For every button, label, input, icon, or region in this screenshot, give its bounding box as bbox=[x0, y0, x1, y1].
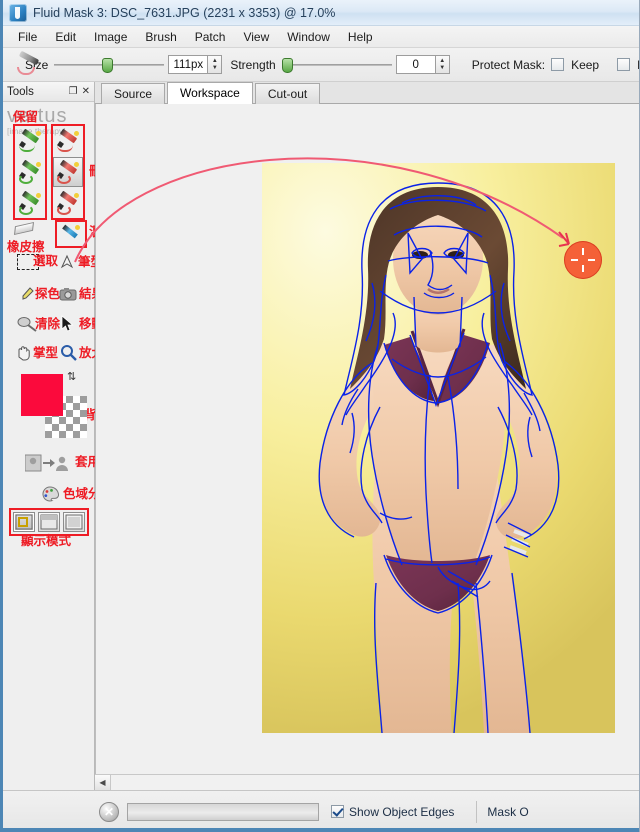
keep-exact-pen-tool[interactable] bbox=[15, 126, 45, 156]
strength-input bbox=[395, 55, 436, 74]
gamut-palette-icon[interactable] bbox=[41, 486, 60, 502]
tab-source[interactable]: Source bbox=[101, 83, 166, 104]
mask-label: Mask O bbox=[487, 804, 529, 819]
size-stepper[interactable]: ▲▼ bbox=[168, 55, 223, 74]
tab-workspace[interactable]: Workspace bbox=[167, 82, 253, 104]
pen-nib-icon[interactable] bbox=[59, 254, 75, 270]
tab-cutout[interactable]: Cut-out bbox=[254, 83, 321, 104]
menu-view[interactable]: View bbox=[234, 28, 278, 46]
protect-delete-checkbox[interactable]: Delete bbox=[617, 58, 639, 72]
color-pick-annotation: 探色 bbox=[35, 287, 61, 301]
strength-label: Strength bbox=[230, 57, 276, 72]
view-tab-bar: Source Workspace Cut-out bbox=[95, 82, 639, 104]
checkbox-box-icon bbox=[551, 58, 565, 71]
display-mode-cutout-button[interactable] bbox=[63, 512, 85, 532]
menu-brush[interactable]: Brush bbox=[136, 28, 185, 46]
checkbox-box-icon bbox=[617, 58, 631, 71]
title-bar: Fluid Mask 3: DSC_7631.JPG (2231 x 3353)… bbox=[3, 0, 639, 26]
delete-exact-pen-tool[interactable] bbox=[53, 126, 83, 156]
app-logo-icon bbox=[9, 3, 27, 22]
menu-bar: File Edit Image Brush Patch View Window … bbox=[3, 26, 639, 48]
strength-stepper[interactable]: ▲▼ bbox=[395, 55, 450, 74]
protect-delete-label: Delete bbox=[637, 58, 639, 72]
keep-wide-pen-tool[interactable] bbox=[15, 188, 45, 218]
menu-patch[interactable]: Patch bbox=[186, 28, 235, 46]
protect-mask-label: Protect Mask: bbox=[471, 57, 546, 72]
status-divider bbox=[476, 800, 478, 823]
eraser-tool[interactable] bbox=[13, 221, 37, 238]
checkbox-box-icon bbox=[331, 805, 344, 818]
foreground-color-swatch[interactable] bbox=[21, 374, 63, 416]
window-title: Fluid Mask 3: DSC_7631.JPG (2231 x 3353)… bbox=[33, 5, 336, 20]
tools-panel-header: Tools ❐ ✕ bbox=[3, 82, 94, 102]
status-right-group: Show Object Edges Mask O bbox=[331, 800, 529, 823]
scroll-left-arrow-icon[interactable]: ◀ bbox=[95, 775, 111, 790]
application-window: Fluid Mask 3: DSC_7631.JPG (2231 x 3353)… bbox=[0, 0, 640, 832]
delete-wide-pen-tool[interactable] bbox=[53, 188, 83, 218]
apply-icon[interactable] bbox=[24, 454, 69, 472]
foreground-background-swatches[interactable]: ⇅ bbox=[21, 371, 91, 440]
progress-bar bbox=[127, 802, 319, 821]
move-cursor-icon[interactable] bbox=[61, 315, 75, 333]
magnifier-icon[interactable] bbox=[60, 344, 78, 362]
window-bottom-accent bbox=[3, 828, 639, 832]
undock-icon[interactable]: ❐ bbox=[69, 86, 78, 97]
protect-keep-label: Keep bbox=[571, 57, 600, 72]
size-slider[interactable] bbox=[54, 56, 165, 74]
main-body: Tools ❐ ✕ vertus [image therapy] 保留 橡皮擦 … bbox=[3, 82, 639, 790]
clear-brush-icon[interactable] bbox=[17, 316, 37, 332]
camera-icon[interactable] bbox=[59, 287, 77, 301]
tools-panel-title: Tools bbox=[7, 85, 34, 98]
image-canvas[interactable] bbox=[95, 104, 639, 774]
select-annotation: 選取 bbox=[33, 254, 59, 268]
hand-icon[interactable] bbox=[15, 344, 33, 362]
tools-panel: Tools ❐ ✕ vertus [image therapy] 保留 橡皮擦 … bbox=[3, 82, 129, 790]
blend-pen-tool[interactable] bbox=[59, 224, 81, 244]
workspace-image[interactable] bbox=[262, 163, 615, 733]
menu-file[interactable]: File bbox=[9, 28, 46, 46]
menu-help[interactable]: Help bbox=[339, 28, 382, 46]
menu-edit[interactable]: Edit bbox=[46, 28, 85, 46]
show-object-edges-checkbox[interactable]: Show Object Edges bbox=[331, 805, 454, 819]
display-mode-mask-button[interactable] bbox=[13, 512, 35, 532]
workspace-area: Source Workspace Cut-out ◀ bbox=[95, 82, 639, 790]
display-mode-annotation: 顯示模式 bbox=[21, 534, 72, 548]
brush-circle-cursor bbox=[564, 241, 602, 279]
strength-spin-arrows[interactable]: ▲ ▼ bbox=[435, 55, 450, 74]
close-icon[interactable]: ✕ bbox=[82, 86, 90, 97]
size-spin-arrows[interactable]: ▲ ▼ bbox=[208, 55, 223, 74]
swap-colors-icon[interactable]: ⇅ bbox=[67, 370, 76, 383]
size-input bbox=[168, 55, 209, 74]
tool-options-bar: Size ▲▼ Strength ▲▼ Protect Mask: Keep D… bbox=[3, 48, 639, 82]
hand-annotation: 掌型 bbox=[33, 346, 59, 360]
clear-annotation: 清除 bbox=[35, 317, 61, 331]
status-bar: ✕ Show Object Edges Mask O bbox=[3, 790, 639, 832]
strength-slider[interactable] bbox=[281, 56, 392, 74]
cancel-icon[interactable]: ✕ bbox=[99, 801, 119, 822]
canvas-horizontal-scrollbar[interactable]: ◀ bbox=[95, 774, 639, 790]
keep-local-pen-tool[interactable] bbox=[15, 157, 45, 187]
protect-keep-checkbox[interactable]: Keep bbox=[551, 58, 605, 72]
menu-window[interactable]: Window bbox=[278, 28, 339, 46]
display-mode-group bbox=[9, 508, 89, 536]
eraser-annotation: 橡皮擦 bbox=[7, 240, 45, 254]
display-mode-split-button[interactable] bbox=[38, 512, 60, 532]
delete-local-pen-tool[interactable] bbox=[53, 157, 83, 187]
keep-annotation: 保留 bbox=[13, 110, 39, 124]
show-object-edges-label: Show Object Edges bbox=[349, 804, 455, 819]
eyedropper-icon[interactable] bbox=[19, 286, 35, 302]
menu-image[interactable]: Image bbox=[85, 28, 136, 46]
image-content bbox=[318, 182, 560, 733]
